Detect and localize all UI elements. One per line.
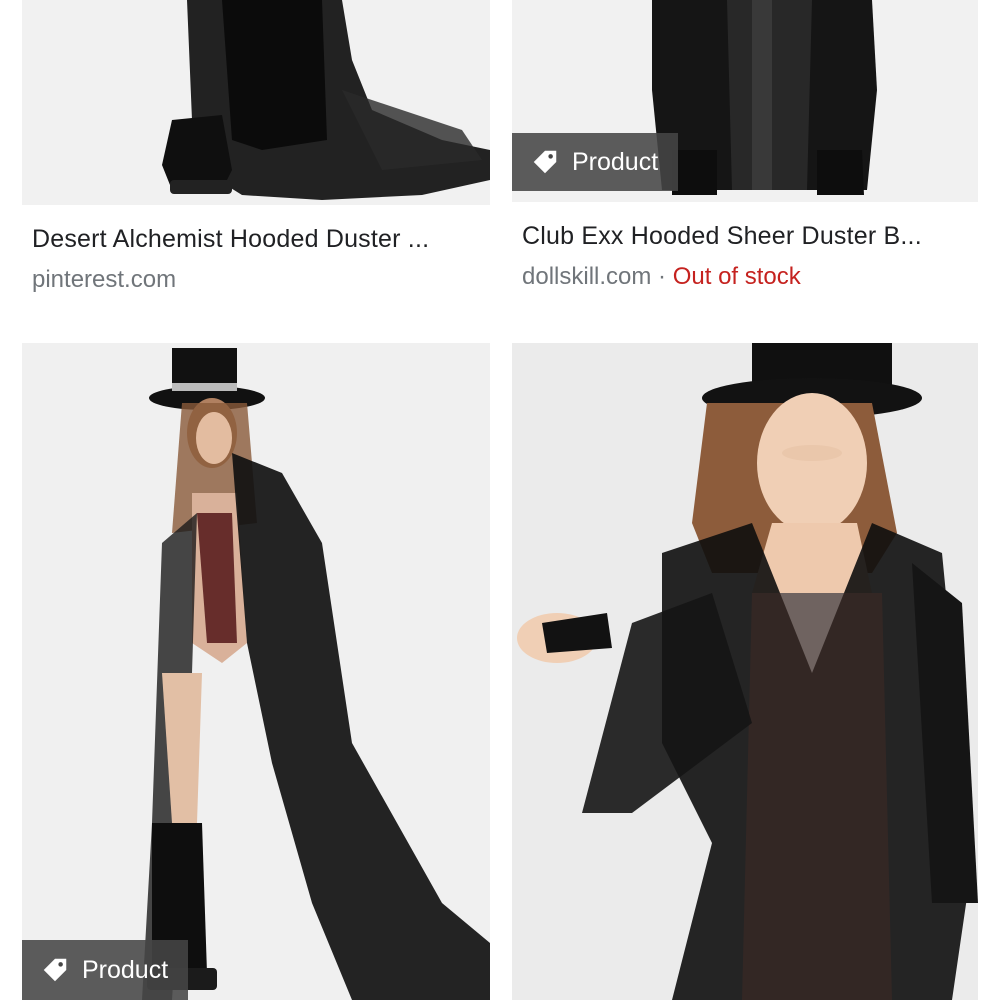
badge-label: Product <box>572 147 659 176</box>
result-card-1[interactable]: Desert Alchemist Hooded Duster ... pinte… <box>0 0 500 320</box>
result-thumbnail[interactable]: Product <box>512 0 978 202</box>
product-badge: Product <box>512 133 679 191</box>
result-source: pinterest.com <box>32 266 176 294</box>
source-domain: dollskill.com <box>522 263 652 290</box>
result-card-3[interactable]: Product <box>0 343 500 1000</box>
product-image <box>22 0 490 205</box>
result-thumbnail[interactable]: Product <box>22 343 490 1000</box>
badge-label: Product <box>82 955 169 984</box>
product-badge: Product <box>22 940 189 1000</box>
result-source: dollskill.com · Out of stock <box>522 263 801 291</box>
result-thumbnail[interactable] <box>22 0 490 205</box>
result-thumbnail[interactable] <box>512 343 978 1000</box>
stock-status: Out of stock <box>672 263 801 290</box>
result-card-4[interactable] <box>500 343 1000 1000</box>
separator-dot: · <box>658 263 673 290</box>
image-results-grid: Desert Alchemist Hooded Duster ... pinte… <box>0 0 1000 1000</box>
source-domain: pinterest.com <box>32 266 177 293</box>
result-title[interactable]: Desert Alchemist Hooded Duster ... <box>32 225 429 254</box>
result-card-2[interactable]: Product Club Exx Hooded Sheer Duster B..… <box>500 0 1000 320</box>
tag-icon <box>533 150 557 174</box>
result-title[interactable]: Club Exx Hooded Sheer Duster B... <box>522 222 922 251</box>
tag-icon <box>43 958 67 982</box>
product-image <box>512 343 978 1000</box>
product-image <box>22 343 490 1000</box>
